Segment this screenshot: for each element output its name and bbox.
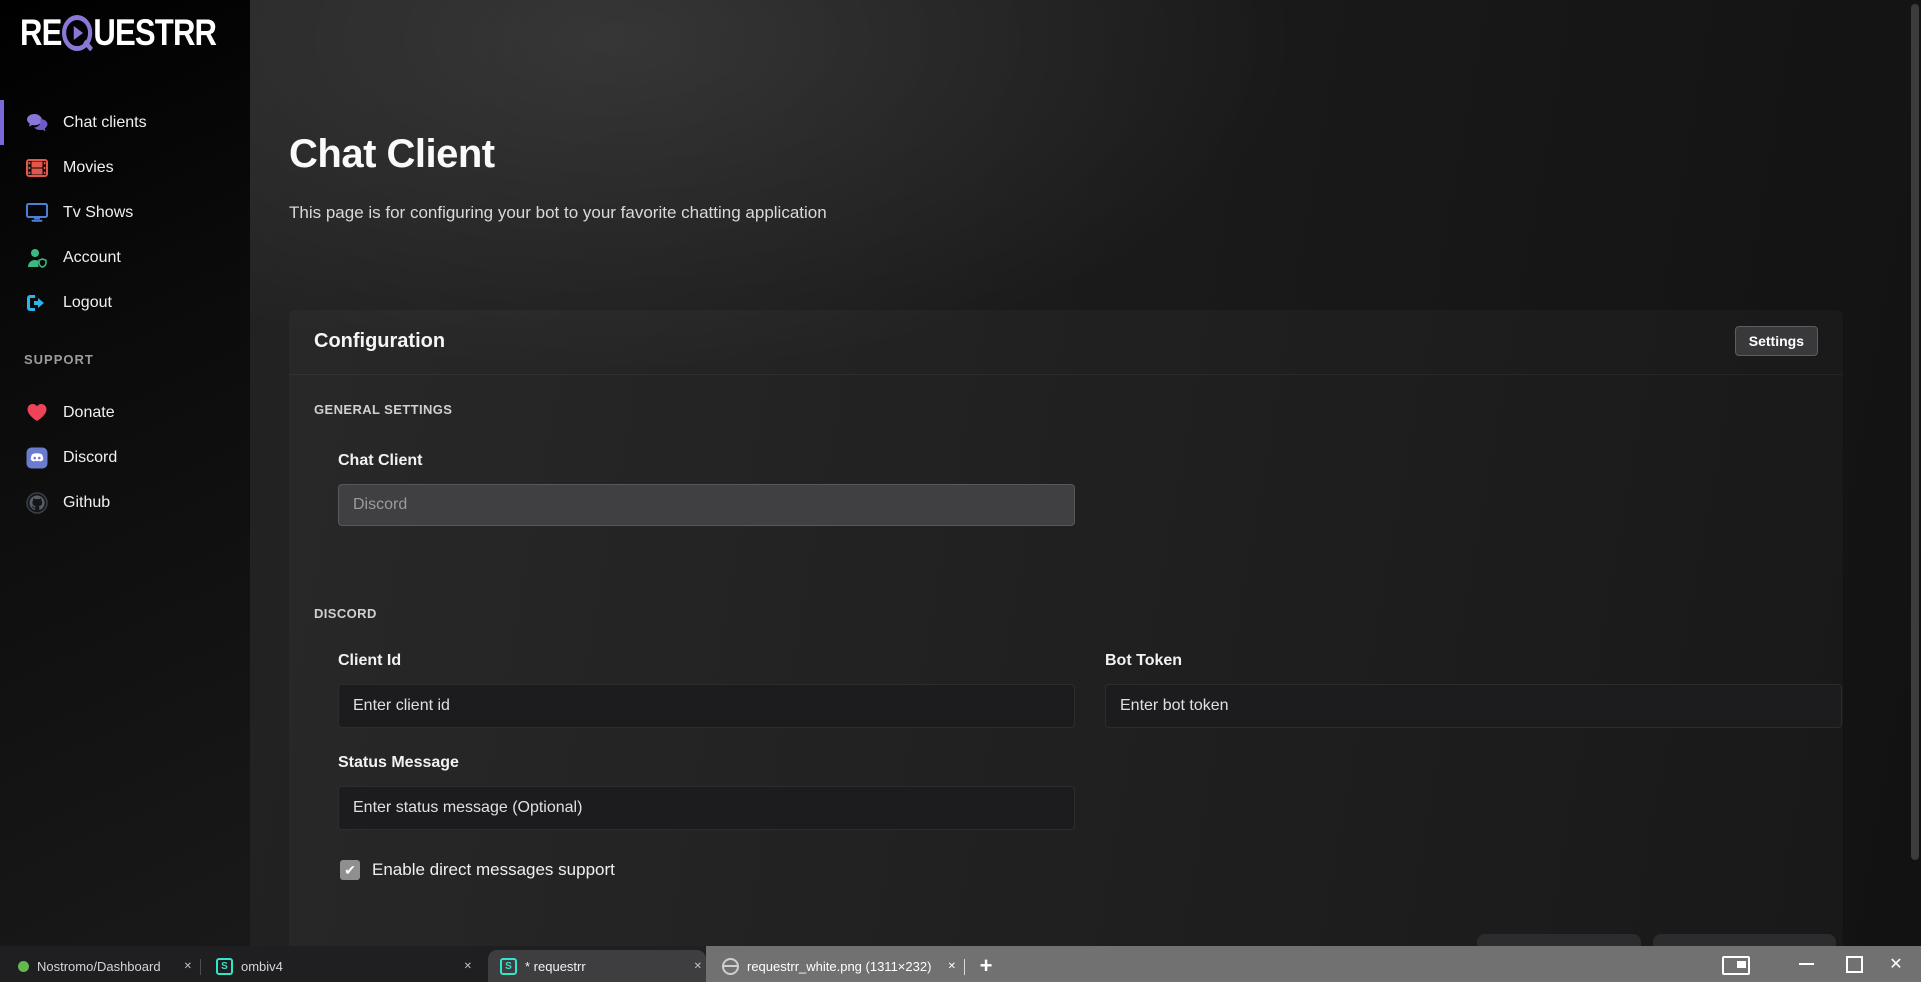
support-header: SUPPORT — [0, 352, 250, 390]
user-shield-icon — [24, 248, 50, 268]
maximize-button[interactable] — [1834, 946, 1874, 982]
sidebar-item-label: Discord — [63, 449, 117, 467]
play-icon — [74, 26, 83, 40]
tv-icon — [24, 203, 50, 222]
close-icon: ✕ — [1889, 954, 1902, 974]
sidebar-item-donate[interactable]: Donate — [0, 390, 250, 435]
status-message-input[interactable] — [338, 786, 1075, 830]
discord-section-header: DISCORD — [314, 606, 377, 621]
sidebar-item-github[interactable]: Github — [0, 480, 250, 525]
sidebar-item-logout[interactable]: Logout — [0, 280, 250, 325]
github-icon — [24, 492, 50, 514]
dm-support-row: ✔ Enable direct messages support — [340, 860, 615, 880]
tab-title: ombiv4 — [241, 959, 450, 974]
sidebar: RE UESTRR Chat clients — [0, 0, 250, 982]
tab-close-icon[interactable]: ✕ — [460, 957, 476, 976]
status-message-label: Status Message — [338, 754, 459, 772]
main-content: Chat Client This page is for configuring… — [250, 0, 1921, 982]
check-icon: ✔ — [344, 862, 356, 879]
s-logo-favicon: S — [216, 958, 233, 975]
page-subtitle: This page is for configuring your bot to… — [289, 203, 827, 223]
tab-title: * requestrr — [525, 959, 680, 974]
tab-divider — [964, 959, 965, 975]
sign-out-icon — [24, 294, 50, 312]
discord-icon — [24, 447, 50, 469]
sidebar-item-label: Logout — [63, 294, 112, 312]
minimize-icon — [1799, 963, 1814, 965]
sidebar-item-label: Tv Shows — [63, 204, 133, 222]
requestrr-logo: RE UESTRR — [20, 12, 216, 54]
bot-token-label: Bot Token — [1105, 652, 1182, 670]
dm-support-checkbox[interactable]: ✔ — [340, 860, 360, 880]
sidebar-item-label: Github — [63, 494, 110, 512]
sidebar-item-label: Donate — [63, 404, 115, 422]
client-id-label: Client Id — [338, 652, 401, 670]
chat-client-label: Chat Client — [338, 452, 422, 470]
bottom-tab-bar: Nostromo/Dashboard ✕ S ombiv4 ✕ S * requ… — [0, 946, 1921, 982]
new-tab-button[interactable]: + — [972, 952, 1000, 980]
close-button[interactable]: ✕ — [1876, 946, 1916, 982]
green-dot-favicon — [18, 961, 29, 972]
card-title: Configuration — [314, 330, 445, 353]
card-header: Configuration Settings — [289, 310, 1843, 375]
sidebar-item-chat-clients[interactable]: Chat clients — [0, 100, 250, 145]
logo-q-icon — [62, 15, 92, 51]
tab-nostromo-dashboard[interactable]: Nostromo/Dashboard ✕ — [6, 950, 196, 982]
tab-preview-icon[interactable] — [1722, 956, 1750, 975]
tab-divider — [200, 959, 201, 975]
sidebar-support-section: SUPPORT Donate Dis — [0, 352, 250, 525]
tab-requestrr-white-png[interactable]: requestrr_white.png (1311×232) ✕ — [714, 950, 960, 982]
settings-button[interactable]: Settings — [1735, 326, 1818, 356]
tab-title: requestrr_white.png (1311×232) — [747, 959, 934, 974]
heart-icon — [24, 403, 50, 422]
maximize-icon — [1846, 956, 1863, 973]
chat-bubbles-icon — [24, 113, 50, 133]
screen: RE UESTRR Chat clients — [0, 0, 1921, 982]
tab-close-icon[interactable]: ✕ — [180, 957, 196, 976]
general-settings-header: GENERAL SETTINGS — [314, 402, 452, 417]
dm-support-label: Enable direct messages support — [372, 860, 615, 880]
logo-text-post: UESTRR — [93, 12, 216, 54]
globe-favicon — [722, 958, 739, 975]
tab-requestrr-active[interactable]: S * requestrr ✕ — [488, 950, 706, 982]
chat-client-input — [338, 484, 1075, 526]
sidebar-nav: Chat clients Movies — [0, 100, 250, 325]
client-id-input[interactable] — [338, 684, 1075, 728]
s-logo-favicon: S — [500, 958, 517, 975]
sidebar-item-movies[interactable]: Movies — [0, 145, 250, 190]
scrollbar-thumb[interactable] — [1911, 4, 1919, 860]
tab-title: Nostromo/Dashboard — [37, 959, 170, 974]
sidebar-item-tv-shows[interactable]: Tv Shows — [0, 190, 250, 235]
tab-ombiv4[interactable]: S ombiv4 ✕ — [206, 950, 476, 982]
configuration-card: Configuration Settings GENERAL SETTINGS … — [289, 310, 1843, 950]
sidebar-item-account[interactable]: Account — [0, 235, 250, 280]
minimize-button[interactable] — [1786, 946, 1826, 982]
sidebar-item-label: Chat clients — [63, 114, 147, 132]
active-indicator — [0, 100, 4, 145]
sidebar-item-discord[interactable]: Discord — [0, 435, 250, 480]
logo-text-pre: RE — [20, 12, 62, 54]
film-icon — [24, 159, 50, 177]
tab-close-icon[interactable]: ✕ — [690, 957, 706, 976]
sidebar-item-label: Movies — [63, 159, 114, 177]
tab-close-icon[interactable]: ✕ — [944, 957, 960, 976]
bot-token-input[interactable] — [1105, 684, 1842, 728]
page-title: Chat Client — [289, 132, 495, 177]
sidebar-item-label: Account — [63, 249, 121, 267]
